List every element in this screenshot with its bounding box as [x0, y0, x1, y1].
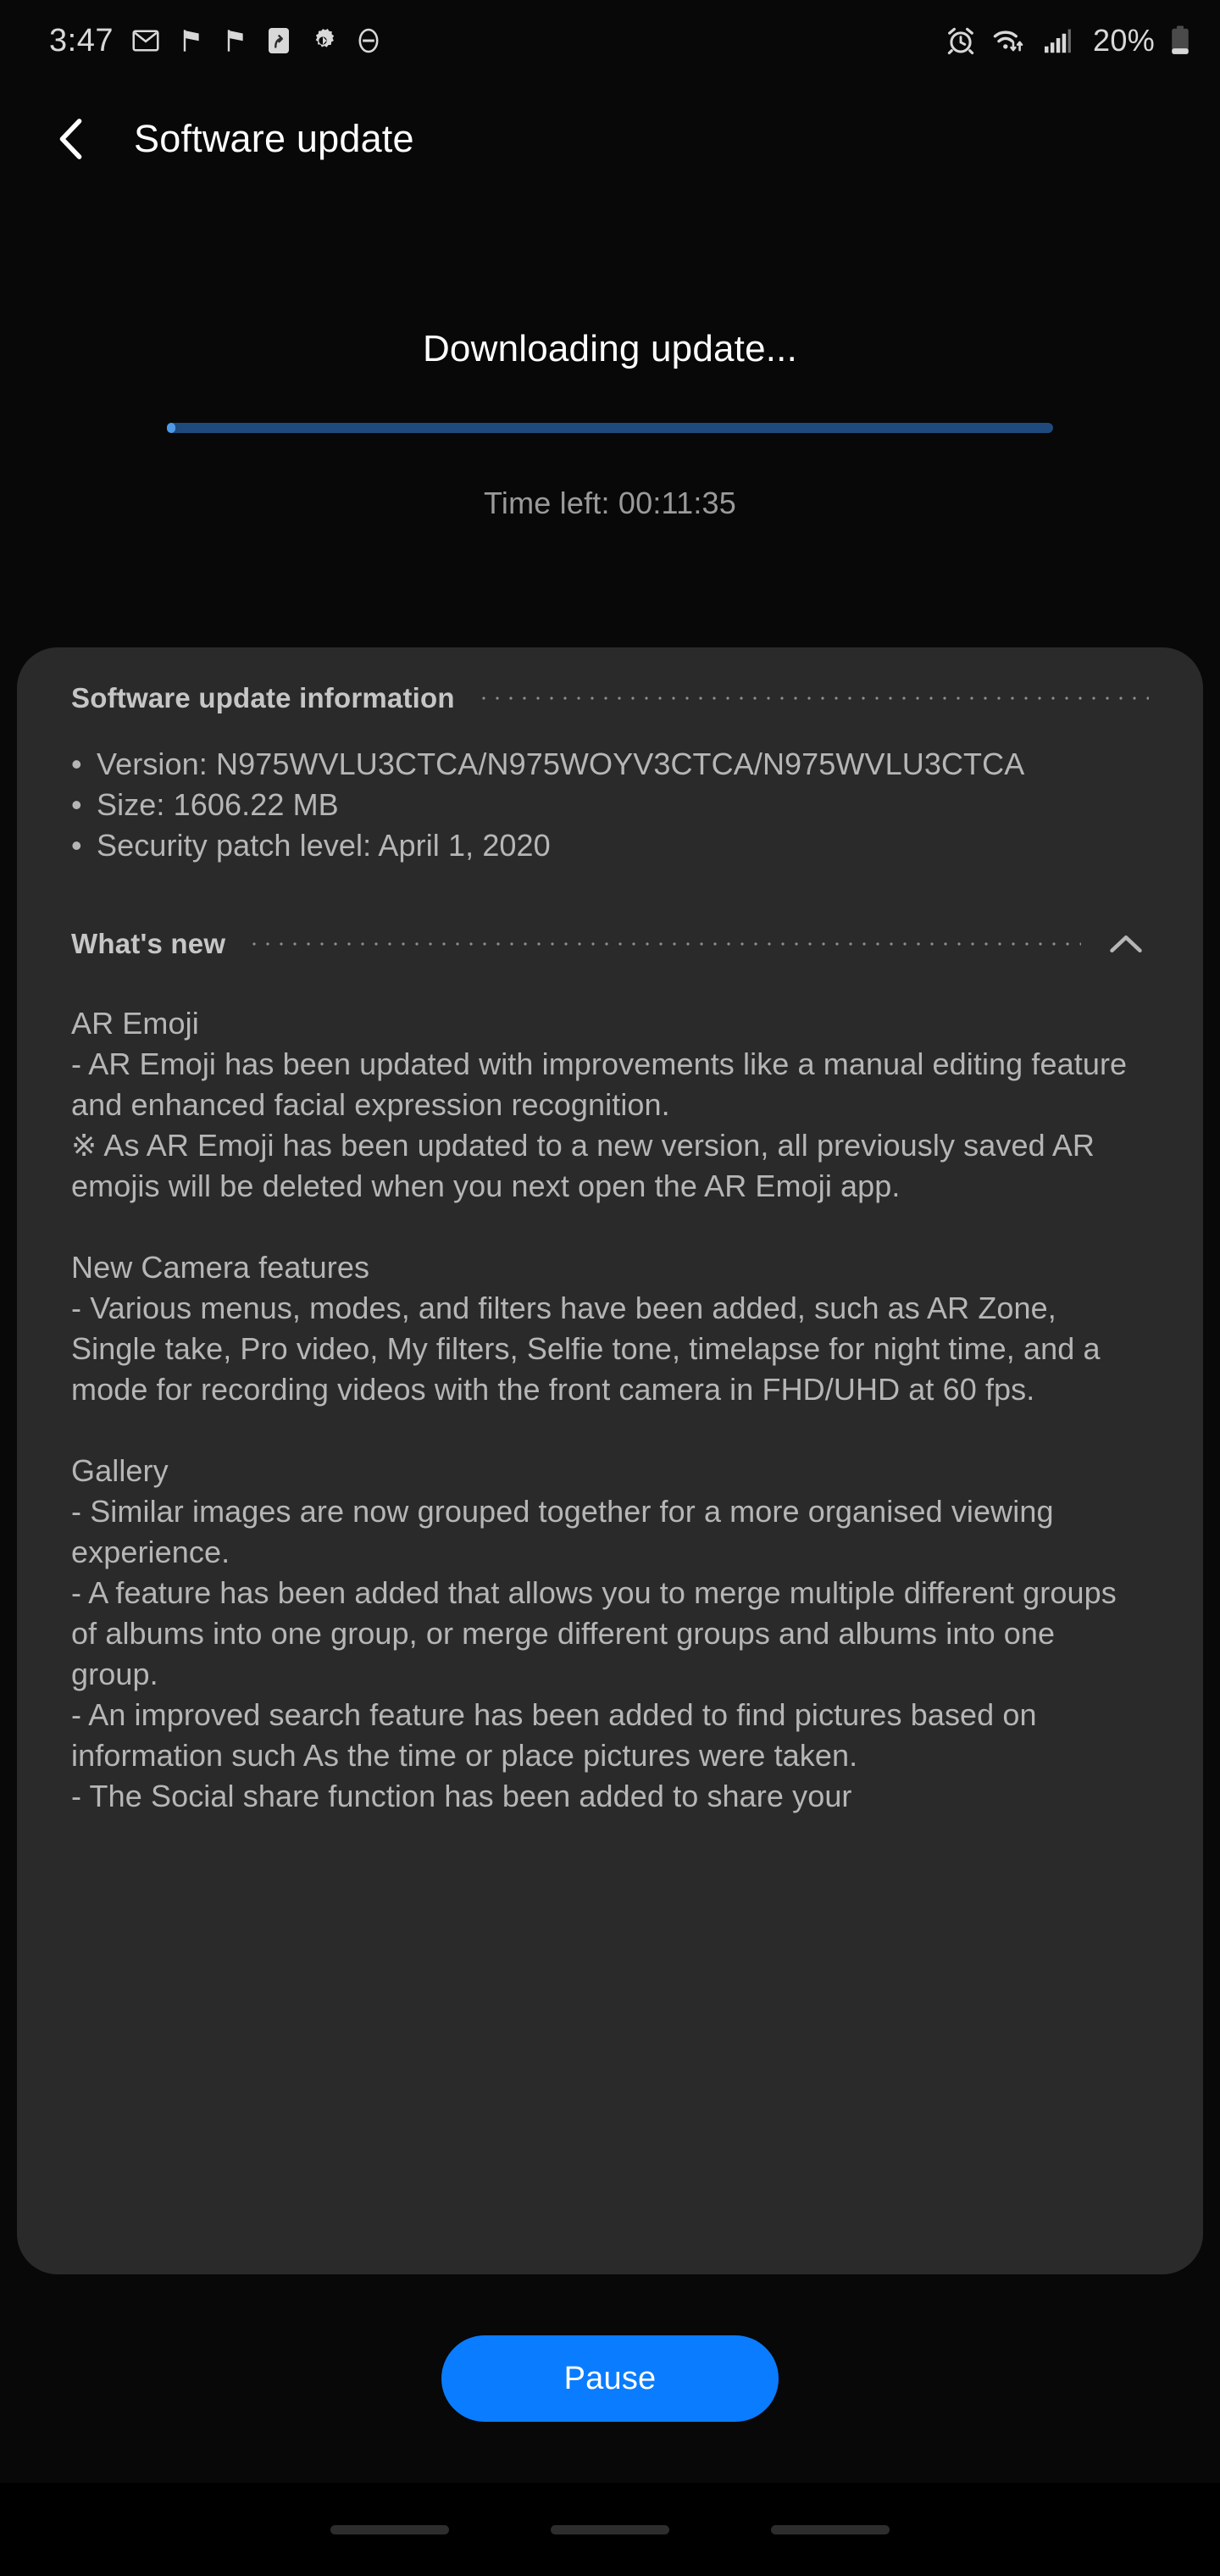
list-item-text: Security patch level: April 1, 2020 [97, 828, 551, 863]
card-top-spacer [71, 647, 1149, 659]
pause-button[interactable]: Pause [441, 2335, 779, 2422]
status-bar: 3:47 20% [0, 0, 1220, 81]
status-bar-right: 20% [945, 23, 1191, 58]
bullet-icon: • [71, 828, 82, 863]
software-update-information-label: Software update information [71, 682, 455, 713]
dotted-separator [247, 938, 1081, 950]
update-info-card: Software update information • Version: N… [17, 647, 1203, 2274]
update-info-list: • Version: N975WVLU3CTCA/N975WOYV3CTCA/N… [71, 744, 1149, 866]
back-button[interactable] [47, 115, 95, 163]
whats-new-header[interactable]: What's new [71, 905, 1149, 983]
download-status-block: Downloading update... Time left: 00:11:3… [0, 197, 1220, 521]
battery-percent-label: 20% [1093, 23, 1155, 58]
bullet-icon: • [71, 747, 82, 781]
list-item: • Size: 1606.22 MB [71, 785, 1149, 825]
flag-icon [183, 30, 199, 52]
dotted-separator [476, 692, 1149, 704]
footer-action-bar: Pause [0, 2274, 1220, 2483]
flag-icon [227, 30, 243, 52]
signal-icon [1045, 29, 1071, 53]
software-update-information-header: Software update information [71, 659, 1149, 737]
wifi-icon [993, 31, 1023, 52]
page-title: Software update [134, 117, 414, 160]
chevron-up-icon [1110, 935, 1142, 953]
app-header: Software update [0, 81, 1220, 197]
download-progress-bar [167, 423, 1053, 433]
list-item-text: Size: 1606.22 MB [97, 787, 339, 822]
chevron-left-icon [59, 119, 82, 159]
do-not-disturb-icon [358, 28, 379, 53]
gear-icon [315, 28, 335, 47]
phone-screen: 3:47 20% Software update Downloading upd… [0, 0, 1220, 2576]
status-clock: 3:47 [49, 22, 114, 58]
download-heading: Downloading update... [422, 328, 798, 369]
battery-icon [1172, 25, 1189, 54]
list-item-text: Version: N975WVLU3CTCA/N975WOYV3CTCA/N97… [97, 747, 1025, 781]
time-left-label: Time left: 00:11:35 [484, 486, 736, 520]
navigation-bar [0, 2483, 1220, 2576]
list-item: • Security patch level: April 1, 2020 [71, 825, 1149, 866]
alarm-icon [947, 27, 974, 55]
bullet-icon: • [71, 787, 82, 822]
gmail-icon [132, 30, 159, 52]
app-shortcut-icon [268, 28, 289, 53]
status-bar-left: 3:47 [49, 23, 383, 59]
whats-new-collapse-button[interactable] [1103, 921, 1149, 967]
whats-new-label: What's new [71, 928, 226, 959]
home-pill[interactable] [551, 2524, 669, 2534]
whats-new-body-text: AR Emoji - AR Emoji has been updated wit… [71, 1006, 1128, 1813]
recents-pill[interactable] [330, 2524, 449, 2534]
list-item: • Version: N975WVLU3CTCA/N975WOYV3CTCA/N… [71, 744, 1149, 785]
progress-track [167, 423, 1053, 433]
back-pill[interactable] [771, 2524, 890, 2534]
